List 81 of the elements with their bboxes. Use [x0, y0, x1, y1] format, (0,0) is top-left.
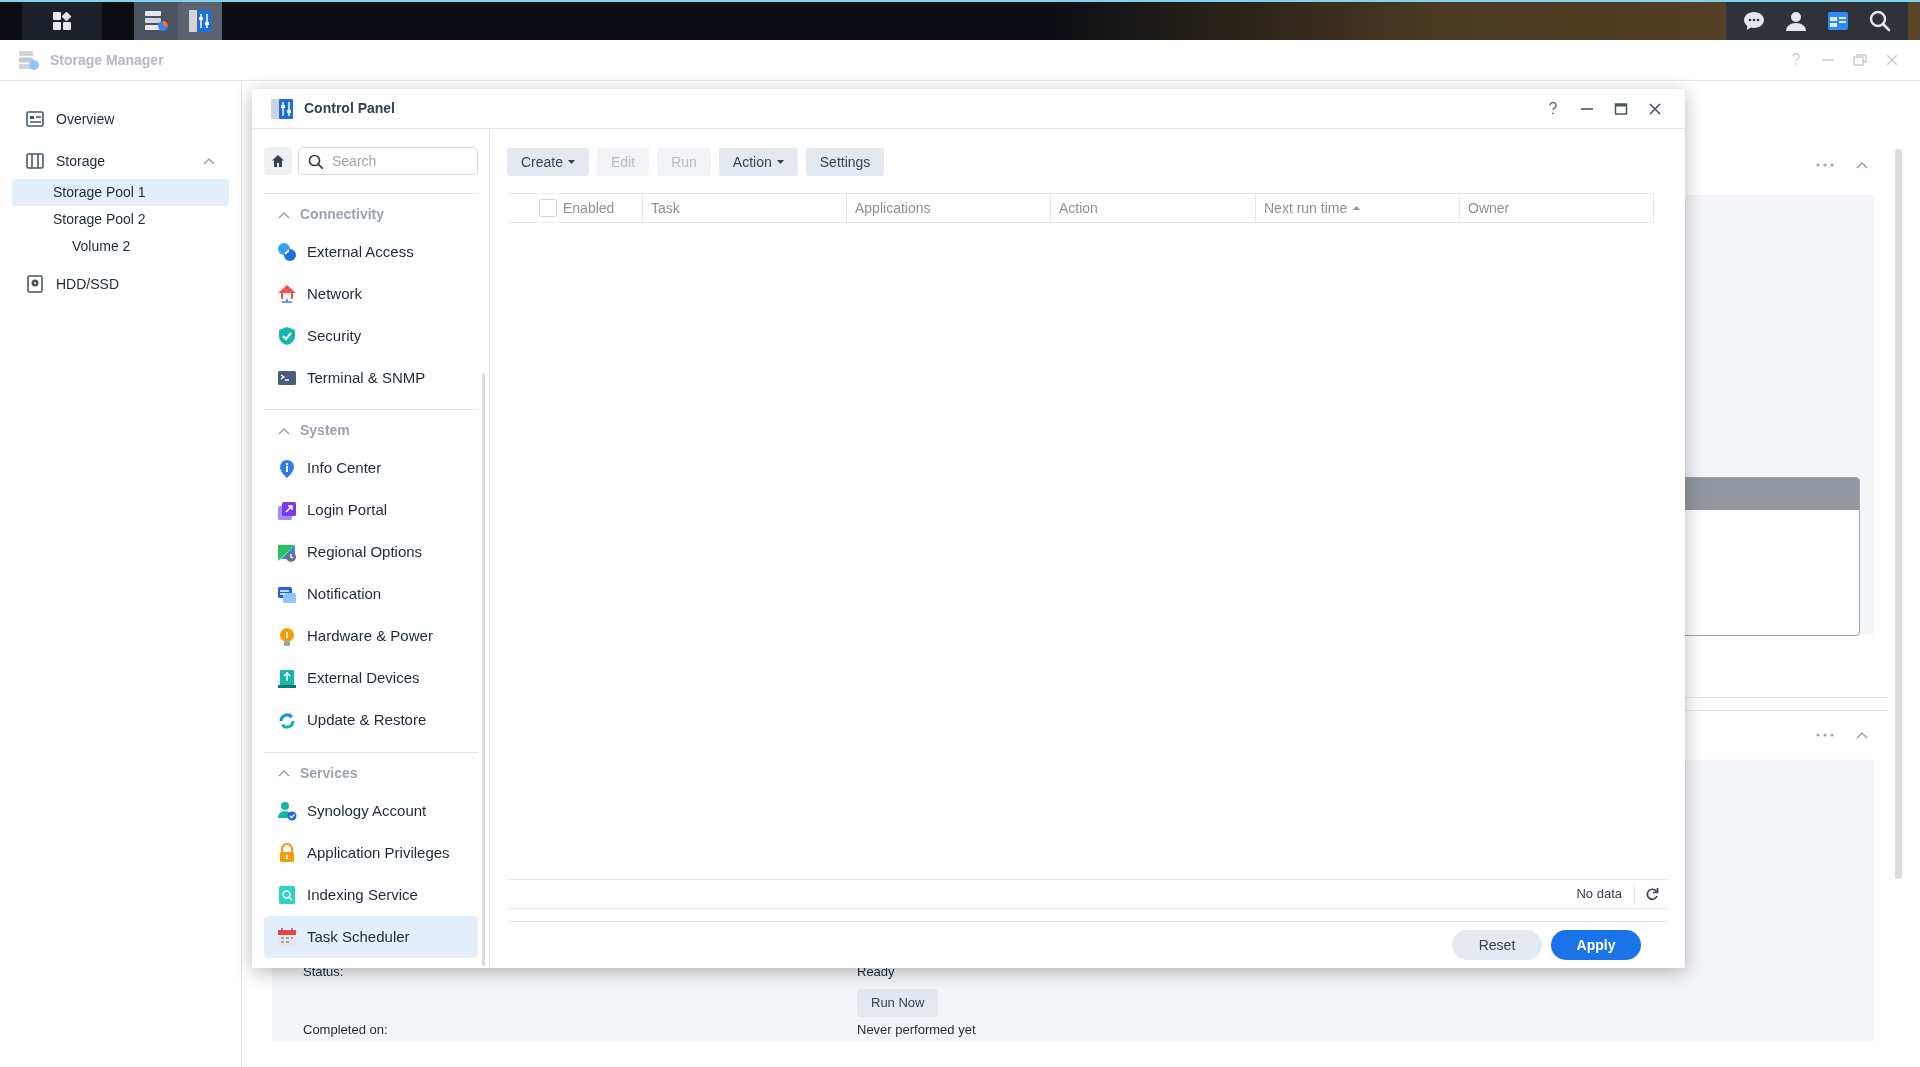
shield-icon [277, 326, 297, 347]
house-icon [277, 284, 297, 305]
grid-icon [52, 11, 72, 31]
search-field[interactable]: Search [298, 147, 478, 175]
storage-icon [26, 152, 44, 170]
checkbox[interactable] [539, 199, 557, 217]
document-search-icon [277, 885, 297, 905]
portal-icon [277, 500, 297, 521]
field-value: Never performed yet [857, 1021, 976, 1039]
sidebar-item[interactable]: Network [264, 273, 478, 316]
upload-icon [277, 668, 297, 689]
map-clock-icon [277, 542, 297, 563]
sidebar-item[interactable]: Application Privileges [264, 832, 478, 874]
lightbulb-icon [277, 626, 297, 647]
refresh-icon [277, 710, 297, 731]
apply-button[interactable]: Apply [1551, 930, 1641, 960]
window-title: Control Panel [304, 99, 395, 118]
status-text: No data [1576, 885, 1623, 904]
sidebar-item[interactable]: Info Center [264, 447, 478, 490]
sidebar-item[interactable]: Terminal & SNMP [264, 357, 478, 400]
sort-ascending-icon [1353, 206, 1361, 210]
taskbar-app-button[interactable] [178, 2, 222, 40]
widgets-icon [1826, 9, 1850, 33]
sidebar-item[interactable]: Indexing Service [264, 874, 478, 916]
info-icon [277, 458, 297, 479]
more-icon [1816, 733, 1834, 738]
sidebar-item[interactable]: Regional Options [264, 531, 478, 574]
home-icon [271, 154, 285, 168]
search-button[interactable] [1868, 9, 1892, 33]
search-icon [308, 154, 323, 169]
sidebar-item[interactable]: Volume 2 [12, 233, 229, 260]
widgets-button[interactable] [1826, 9, 1850, 33]
sidebar-item[interactable]: Hardware & Power [264, 615, 478, 658]
sliders-icon [270, 96, 294, 121]
run-now-button[interactable]: Run Now [857, 989, 939, 1017]
sidebar-item[interactable]: HDD/SSD [12, 266, 229, 302]
sidebar-item[interactable]: Storage [12, 143, 229, 179]
field-label: Completed on: [303, 1021, 389, 1039]
toolbar-button[interactable]: Settings [805, 148, 885, 176]
sidebar-item[interactable]: Security [264, 315, 478, 358]
sidebar-item[interactable]: Task Scheduler [264, 916, 478, 958]
database-icon [143, 8, 169, 34]
link-icon [277, 242, 297, 263]
sidebar-item[interactable]: External Devices [264, 657, 478, 700]
sidebar-item[interactable]: Notification [264, 573, 478, 616]
caret-icon [776, 160, 784, 164]
refresh-icon[interactable] [1645, 887, 1659, 901]
user-check-icon [277, 801, 297, 821]
database-icon [18, 49, 40, 71]
close-icon[interactable] [1647, 100, 1663, 117]
main-menu-button[interactable] [22, 2, 102, 40]
message-icon [277, 584, 297, 605]
window-title: Storage Manager [50, 50, 164, 70]
sidebar-item[interactable]: Update & Restore [264, 699, 478, 742]
collapse-caret-icon [278, 769, 290, 778]
field-label: Status: [303, 963, 345, 981]
caret-icon [568, 160, 576, 164]
sliders-icon [188, 8, 212, 34]
user-button[interactable] [1784, 9, 1808, 33]
search-icon [1868, 9, 1892, 33]
reset-button[interactable]: Reset [1452, 930, 1542, 960]
collapse-caret-icon [1856, 161, 1868, 169]
collapse-caret-icon [278, 427, 290, 435]
taskbar-app-button[interactable] [134, 2, 178, 40]
maximize-icon[interactable] [1613, 100, 1629, 117]
sidebar-item[interactable]: Overview [12, 101, 229, 137]
home-button[interactable] [264, 147, 292, 175]
collapse-caret-icon [1856, 731, 1868, 740]
dropdown-button[interactable]: Create [507, 148, 590, 176]
collapse-caret-icon [278, 210, 290, 219]
lock-icon [277, 843, 297, 863]
overview-icon [26, 110, 44, 128]
sidebar-item[interactable]: Synology Account [264, 790, 478, 832]
sidebar-item[interactable]: Storage Pool 1 [12, 179, 229, 206]
dropdown-button[interactable]: Action [718, 148, 798, 176]
sidebar-item[interactable]: Storage Pool 2 [12, 206, 229, 233]
calendar-icon [277, 927, 297, 947]
sidebar-item[interactable]: External Access [264, 231, 478, 274]
sidebar-item[interactable]: Login Portal [264, 489, 478, 532]
user-icon [1784, 9, 1808, 33]
more-icon [1816, 163, 1834, 167]
